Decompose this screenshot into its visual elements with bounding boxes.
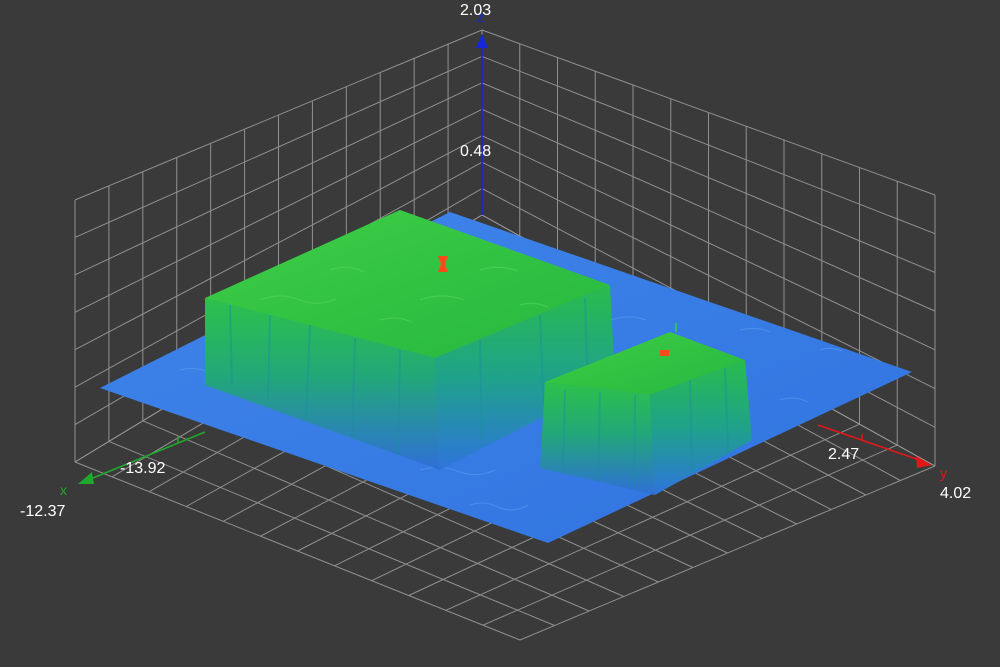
z-axis-tick-mid: 0.48 [460, 143, 491, 160]
y-axis[interactable]: y 4.02 2.47 [817, 424, 971, 502]
y-axis-arrow-icon [916, 456, 932, 468]
surface-plot-canvas[interactable]: z 2.03 0.48 x -12.37 -13.92 y 4.02 2.47 [0, 0, 1000, 667]
x-axis-tick-inner: -13.92 [120, 460, 165, 477]
surface-mesh[interactable] [100, 210, 912, 543]
x-axis-tick-end: -12.37 [20, 503, 65, 520]
y-axis-tick-end: 4.02 [940, 485, 971, 502]
z-axis[interactable]: z 2.03 0.48 [460, 2, 491, 215]
x-axis-letter: x [60, 482, 67, 498]
3d-plot-viewport[interactable]: z 2.03 0.48 x -12.37 -13.92 y 4.02 2.47 [0, 0, 1000, 667]
x-axis-arrow-icon [78, 472, 94, 484]
z-axis-arrow-icon [476, 34, 488, 48]
peak-marker-small[interactable] [660, 350, 669, 356]
y-axis-tick-inner: 2.47 [828, 446, 859, 463]
z-axis-tick-max: 2.03 [460, 2, 491, 19]
y-axis-letter: y [940, 465, 947, 481]
